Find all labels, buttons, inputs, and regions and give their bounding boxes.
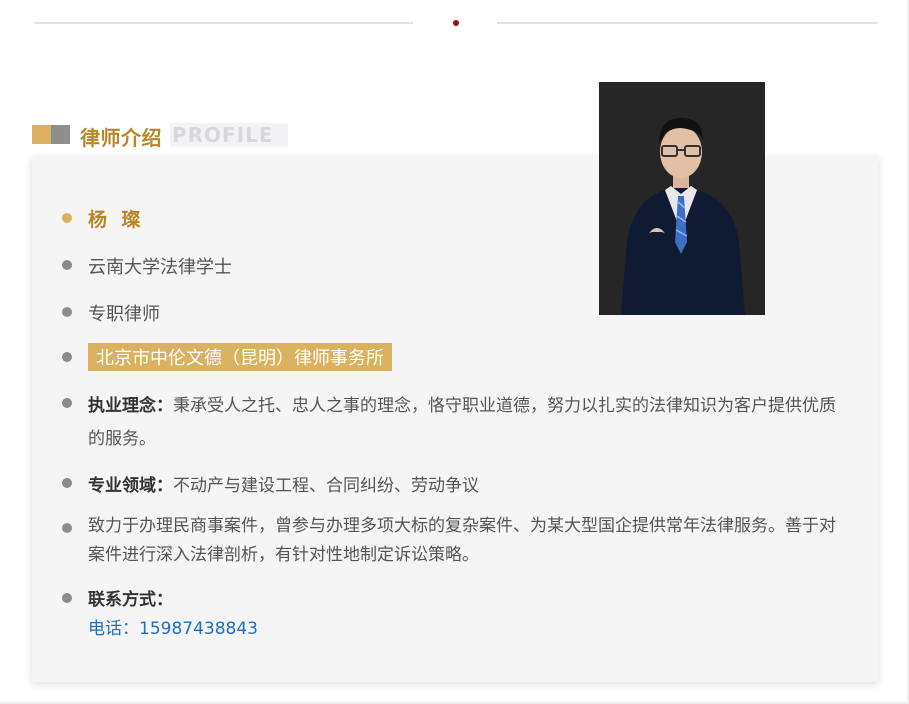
lawyer-portrait-photo xyxy=(599,82,765,315)
philosophy-label: 执业理念： xyxy=(88,396,173,416)
bullet xyxy=(62,593,72,603)
bullet xyxy=(62,523,72,533)
bullet xyxy=(62,260,72,270)
position-text: 专职律师 xyxy=(88,304,160,325)
fields-text: 不动产与建设工程、合同纠纷、劳动争议 xyxy=(173,476,479,496)
section-title: 律师介绍 xyxy=(80,126,162,150)
header-gray-square xyxy=(51,125,70,144)
top-divider-left xyxy=(34,22,413,24)
philosophy-text: 秉承受人之托、忠人之事的理念，恪守职业道德，努力以扎实的法律知识为客户提供优质的… xyxy=(88,396,836,449)
fields-label: 专业领域： xyxy=(88,476,173,496)
bullet xyxy=(62,478,72,488)
section-subtitle: PROFILE xyxy=(170,123,288,147)
experience-text: 致力于办理民商事案件，曾参与办理多项大标的复杂案件、为某大型国企提供常年法律服务… xyxy=(88,516,836,565)
contact-label: 联系方式： xyxy=(88,590,173,610)
header-gold-square xyxy=(32,125,51,144)
top-divider-right xyxy=(497,22,878,24)
bullet xyxy=(62,398,72,408)
bullet-gold xyxy=(62,213,72,223)
bullet xyxy=(62,307,72,317)
firm-highlight: 北京市中伦文德（昆明）律师事务所 xyxy=(88,343,392,371)
phone-link[interactable]: 电话：15987438843 xyxy=(88,615,846,644)
lawyer-name: 杨 璨 xyxy=(88,209,145,231)
top-divider-dot xyxy=(453,20,459,26)
education-text: 云南大学法律学士 xyxy=(88,257,232,278)
bullet xyxy=(62,352,72,362)
